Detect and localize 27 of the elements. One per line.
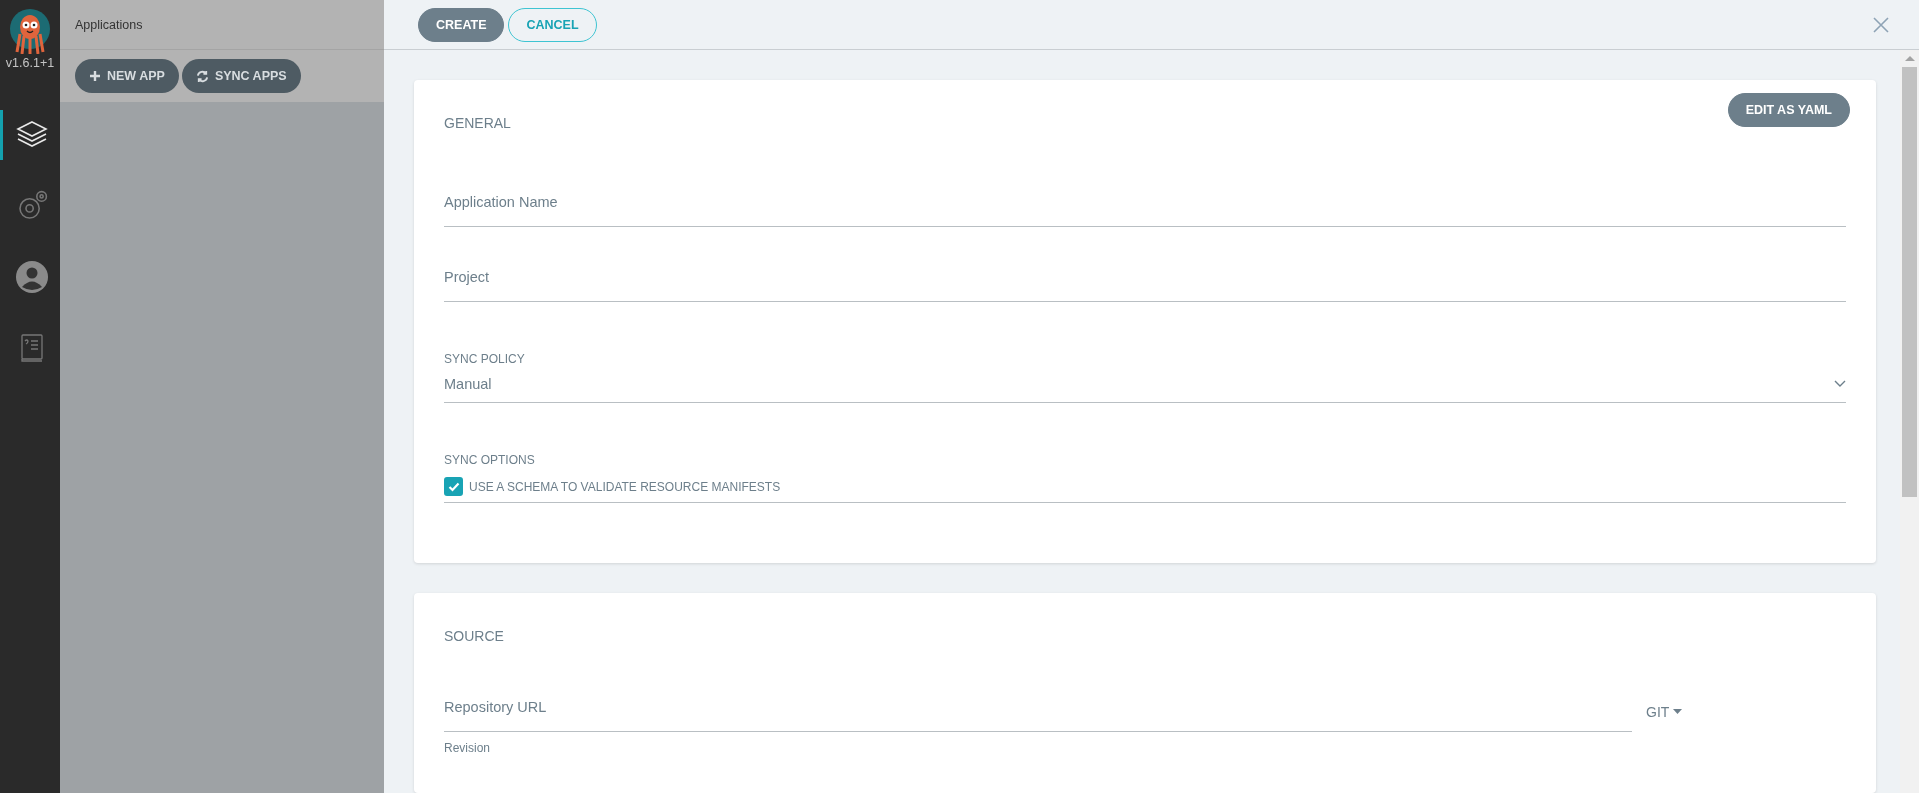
repository-url-field[interactable]: Repository URL (444, 695, 1632, 719)
checkmark-icon (447, 481, 460, 492)
section-title: SOURCE (444, 628, 504, 644)
field-label: SYNC OPTIONS (444, 453, 536, 467)
sync-policy-select[interactable]: Manual (444, 366, 1846, 403)
text-field[interactable]: Revision (444, 741, 1846, 755)
close-icon[interactable] (1873, 16, 1889, 33)
page-title: Applications (75, 17, 143, 32)
octopus-logo-icon (7, 8, 53, 54)
text-field[interactable]: Project (444, 265, 1846, 289)
chevron-down-icon (1834, 380, 1846, 388)
create-button[interactable]: CREATE (418, 7, 505, 42)
scroll-up-icon[interactable] (1904, 56, 1915, 61)
field-label: SYNC POLICY (444, 352, 526, 366)
scrollbar-thumb[interactable] (1902, 67, 1917, 497)
checkbox-label: USE A SCHEMA TO VALIDATE RESOURCE MANIFESTS (469, 479, 781, 494)
new-app-button[interactable]: NEW APP (75, 59, 179, 93)
sync-icon (195, 69, 209, 83)
plus-icon (89, 70, 101, 82)
caret-down-icon (1673, 709, 1683, 715)
text-field[interactable]: Application Name (444, 190, 1846, 214)
checkbox[interactable] (444, 477, 463, 496)
repo-type-dropdown[interactable]: GIT (1646, 704, 1846, 732)
section-title: GENERAL (444, 115, 511, 131)
edit-as-yaml-button[interactable]: EDIT AS YAML (1727, 93, 1850, 127)
sync-apps-button[interactable]: SYNC APPS (181, 59, 301, 93)
version-label: v1.6.1+1 (5, 56, 55, 70)
